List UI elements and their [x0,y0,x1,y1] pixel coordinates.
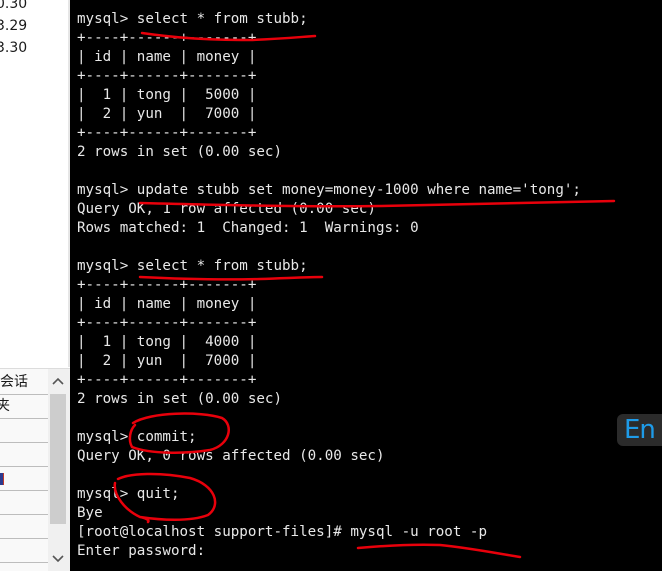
terminal-line: | 1 | tong | 4000 | [77,334,257,350]
terminal-line: Bye [77,505,103,521]
version-item[interactable]: 3.30 [0,39,27,57]
terminal-line: mysql> commit; [77,429,197,445]
session-manager-panel: 0.30 3.29 3.30 有会话 夹 [0,0,70,571]
session-row[interactable]: 有会话 [0,371,48,395]
terminal-line: | 1 | tong | 5000 | [77,87,257,103]
terminal-line: mysql> quit; [77,486,180,502]
version-item[interactable]: 3.29 [0,17,27,35]
scroll-down-icon[interactable] [48,549,68,569]
ime-indicator[interactable]: En [617,414,662,446]
session-row[interactable] [0,515,48,539]
terminal-line: Query OK, 1 row affected (0.00 sec) [77,201,376,217]
terminal-line: mysql> select * from stubb; [77,11,308,27]
session-list: 有会话 夹 [0,369,48,571]
terminal-line: Rows matched: 1 Changed: 1 Warnings: 0 [77,220,419,236]
terminal-line: +----+------+-------+ [77,315,257,331]
scroll-thumb[interactable] [50,394,66,524]
terminal-line: +----+------+-------+ [77,125,257,141]
terminal-line: Query OK, 0 rows affected (0.00 sec) [77,448,385,464]
terminal-line: | id | name | money | [77,49,257,65]
session-row-label: 夹 [0,395,10,418]
terminal-line: | id | name | money | [77,296,257,312]
session-row[interactable] [0,419,48,443]
terminal-line: +----+------+-------+ [77,277,257,293]
terminal-line: mysql> select * from stubb; [77,258,308,274]
terminal-line: mysql> update stubb set money=money-1000… [77,182,581,198]
terminal-line: [root@localhost support-files]# mysql -u… [77,524,487,540]
session-row-label: 有会话 [0,374,28,390]
terminal-line: 2 rows in set (0.00 sec) [77,144,282,160]
terminal-line: | 2 | yun | 7000 | [77,106,257,122]
terminal-line: +----+------+-------+ [77,68,257,84]
version-item[interactable]: 0.30 [0,0,27,13]
terminal-line: | 2 | yun | 7000 | [77,353,257,369]
session-row[interactable] [0,467,48,491]
session-tree: 有会话 夹 [0,368,70,571]
session-row[interactable] [0,491,48,515]
session-scrollbar[interactable] [48,369,68,571]
session-status-icon [0,473,4,485]
scroll-up-icon[interactable] [48,371,68,391]
session-row[interactable]: 夹 [0,395,48,419]
version-list: 0.30 3.29 3.30 [0,0,70,367]
terminal-line: +----+------+-------+ [77,30,257,46]
terminal-line: +----+------+-------+ [77,372,257,388]
session-row[interactable] [0,443,48,467]
terminal-output[interactable]: mysql> select * from stubb; +----+------… [72,0,662,570]
terminal-line: 2 rows in set (0.00 sec) [77,391,282,407]
terminal-line: Enter password: [77,543,214,559]
session-row[interactable] [0,539,48,563]
